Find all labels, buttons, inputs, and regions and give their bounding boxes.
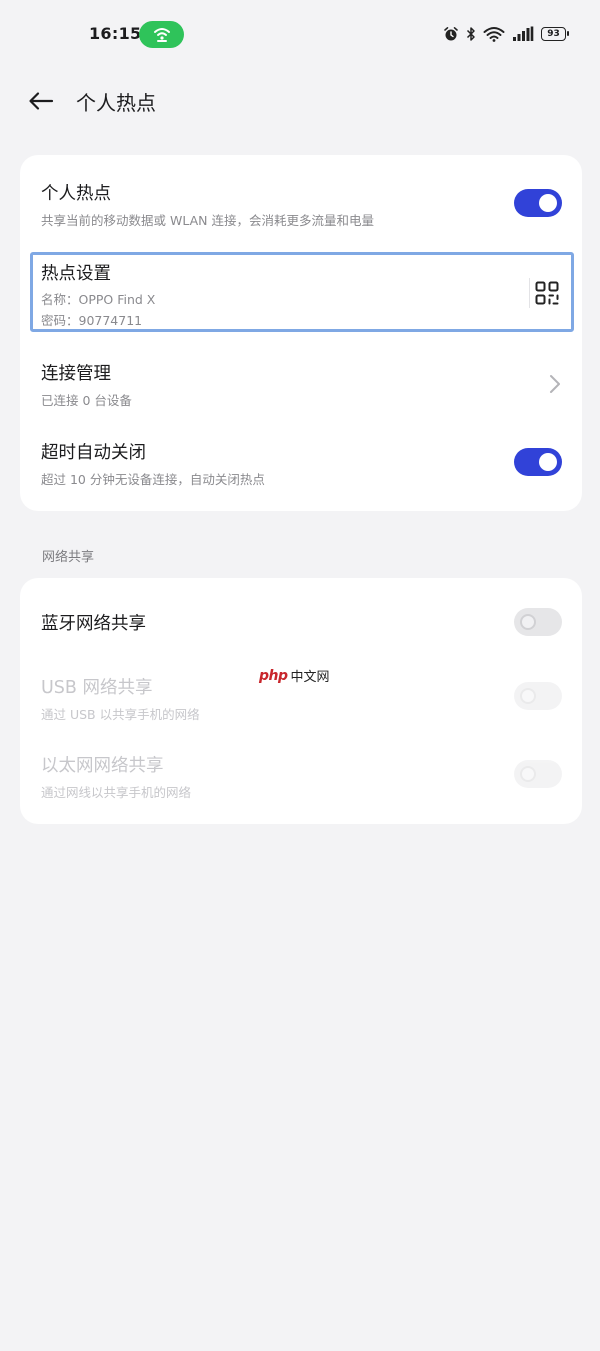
battery-level: 93	[547, 29, 560, 39]
hotspot-switch[interactable]	[514, 189, 562, 217]
hotspot-subtitle: 共享当前的移动数据或 WLAN 连接，会消耗更多流量和电量	[41, 213, 374, 228]
hotspot-settings-card: 个人热点 共享当前的移动数据或 WLAN 连接，会消耗更多流量和电量 热点设置 …	[20, 155, 582, 511]
connection-management-title: 连接管理	[41, 364, 111, 384]
hotspot-config-row[interactable]: 热点设置 名称：OPPO Find X 密码：90774711	[20, 252, 582, 332]
back-arrow-icon	[29, 92, 54, 110]
watermark: php 中文网	[259, 666, 330, 686]
bluetooth-sharing-row[interactable]: 蓝牙网络共享	[20, 592, 582, 652]
status-icons: 93	[443, 22, 569, 46]
ethernet-sharing-switch	[514, 760, 562, 788]
wifi-icon	[483, 27, 505, 42]
status-bar: 16:15 93	[0, 0, 600, 70]
hotspot-name: 名称：OPPO Find X	[41, 292, 156, 307]
bluetooth-sharing-title: 蓝牙网络共享	[41, 614, 146, 634]
alarm-icon	[444, 27, 458, 41]
bluetooth-sharing-switch[interactable]	[514, 608, 562, 636]
ethernet-sharing-title: 以太网网络共享	[41, 756, 164, 776]
hotspot-password: 密码：90774711	[41, 313, 143, 328]
signal-icon	[513, 26, 534, 41]
usb-sharing-switch	[514, 682, 562, 710]
auto-off-row[interactable]: 超时自动关闭 超过 10 分钟无设备连接，自动关闭热点	[20, 425, 582, 505]
battery-icon: 93	[541, 27, 569, 41]
hotspot-config-title: 热点设置	[41, 264, 111, 284]
auto-off-subtitle: 超过 10 分钟无设备连接，自动关闭热点	[41, 472, 265, 487]
usb-sharing-title: USB 网络共享	[41, 678, 153, 698]
chevron-right-icon	[550, 375, 560, 393]
bluetooth-icon	[466, 27, 475, 41]
ethernet-sharing-row: 以太网网络共享 通过网线以共享手机的网络	[20, 744, 582, 814]
watermark-text: 中文网	[290, 670, 330, 685]
qr-code-button[interactable]	[535, 281, 559, 305]
watermark-logo: php	[259, 667, 288, 684]
vertical-divider	[529, 278, 530, 308]
qr-code-icon	[535, 281, 559, 305]
hotspot-toggle-row[interactable]: 个人热点 共享当前的移动数据或 WLAN 连接，会消耗更多流量和电量	[20, 155, 582, 235]
auto-off-title: 超时自动关闭	[41, 443, 146, 463]
connection-count: 已连接 0 台设备	[41, 393, 132, 408]
ethernet-sharing-subtitle: 通过网线以共享手机的网络	[41, 785, 192, 800]
section-label-network-sharing: 网络共享	[42, 550, 95, 565]
auto-off-switch[interactable]	[514, 448, 562, 476]
page-title: 个人热点	[76, 91, 156, 115]
status-time: 16:15	[89, 24, 142, 43]
hotspot-title: 个人热点	[41, 184, 111, 204]
connection-management-row[interactable]: 连接管理 已连接 0 台设备	[20, 345, 582, 425]
back-button[interactable]	[26, 86, 56, 116]
usb-sharing-subtitle: 通过 USB 以共享手机的网络	[41, 707, 200, 722]
page-header: 个人热点	[0, 80, 600, 120]
hotspot-status-pill[interactable]	[139, 21, 184, 48]
hotspot-icon	[153, 27, 170, 42]
network-sharing-card: 蓝牙网络共享 USB 网络共享 通过 USB 以共享手机的网络 以太网网络共享 …	[20, 578, 582, 824]
